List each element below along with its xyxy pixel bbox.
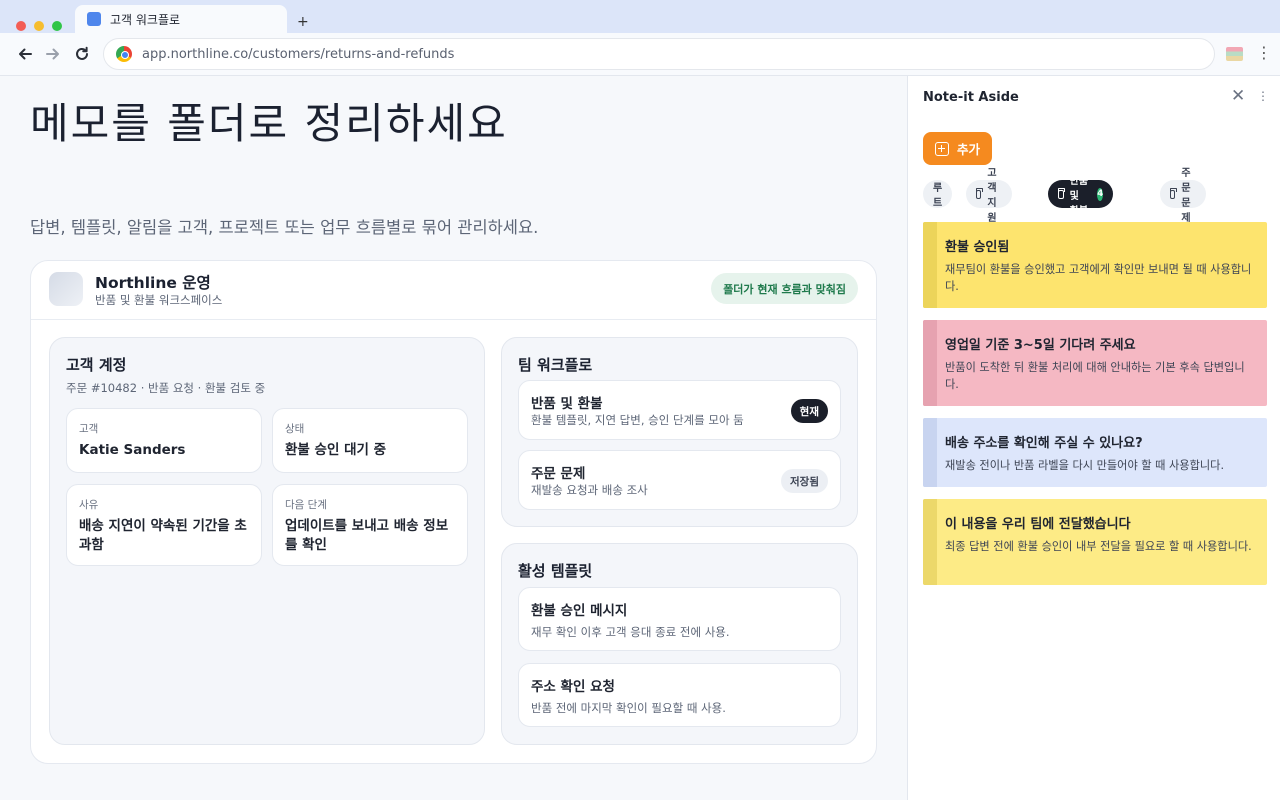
sticky-note[interactable]: 환불 승인됨 재무팀이 환불을 승인했고 고객에게 확인만 보내면 될 때 사용… xyxy=(923,222,1267,308)
template-title: 주소 확인 요청 xyxy=(531,679,615,695)
extension-icon[interactable] xyxy=(1226,47,1243,61)
workflow-subtitle: 재발송 요청과 배송 조사 xyxy=(531,483,648,497)
forward-arrow-icon[interactable] xyxy=(44,45,62,63)
folder-icon xyxy=(1057,187,1065,199)
new-tab-button[interactable]: + xyxy=(297,13,309,31)
sticky-note[interactable]: 영업일 기준 3~5일 기다려 주세요 반품이 도착한 뒤 환불 처리에 대해 … xyxy=(923,320,1267,406)
workspace-name: Northline 운영 xyxy=(95,274,211,292)
info-card-next-step: 다음 단계 업데이트를 보내고 배송 정보를 확인 xyxy=(272,484,468,566)
close-icon[interactable]: ✕ xyxy=(1231,86,1245,106)
add-button-label: 추가 xyxy=(957,142,981,157)
folder-chip-label: 루트 xyxy=(933,183,943,209)
saved-badge: 저장됨 xyxy=(781,469,828,493)
folder-chip-label: 주문 문제 xyxy=(1181,168,1191,224)
workspace-header: Northline 운영 반품 및 환불 워크스페이스 폴더가 현재 흐름과 맞… xyxy=(31,261,876,320)
side-panel-title: Note-it Aside xyxy=(923,90,1019,105)
info-label: 사유 xyxy=(79,499,99,511)
status-badge: 폴더가 현재 흐름과 맞춰짐 xyxy=(711,273,858,304)
reload-icon[interactable] xyxy=(73,45,91,63)
folder-chip-label: 고객 지원 xyxy=(987,168,997,224)
template-subtitle: 재무 확인 이후 고객 응대 종료 전에 사용. xyxy=(531,625,730,639)
note-color-bar xyxy=(923,418,937,487)
info-value: Katie Sanders xyxy=(79,442,186,458)
info-card-status: 상태 환불 승인 대기 중 xyxy=(272,408,468,473)
folder-chip-returns-refunds[interactable]: 반품 및 환불 4 xyxy=(1048,176,1114,217)
folder-icon xyxy=(975,187,984,199)
template-item-address-check[interactable]: 주소 확인 요청 반품 전에 마지막 확인이 필요할 때 사용. xyxy=(518,663,841,727)
note-body: 최종 답변 전에 환불 승인이 내부 전달을 필요로 할 때 사용합니다. xyxy=(945,540,1252,553)
current-badge: 현재 xyxy=(790,399,828,423)
workspace-card: Northline 운영 반품 및 환불 워크스페이스 폴더가 현재 흐름과 맞… xyxy=(30,260,877,764)
workflow-item-returns[interactable]: 반품 및 환불 환불 템플릿, 지연 답변, 승인 단계를 모아 둠 현재 xyxy=(518,380,841,440)
workflow-item-order-issues[interactable]: 주문 문제 재발송 요청과 배송 조사 저장됨 xyxy=(518,450,841,510)
note-title: 영업일 기준 3~5일 기다려 주세요 xyxy=(945,338,1136,353)
order-meta: 주문 #10482 · 반품 요청 · 환불 검토 중 xyxy=(66,381,266,395)
note-color-bar xyxy=(923,222,937,308)
browser-menu-icon[interactable]: ⋮ xyxy=(1256,45,1272,61)
info-label: 상태 xyxy=(285,423,305,435)
note-color-bar xyxy=(923,499,937,585)
active-templates-panel: 활성 템플릿 환불 승인 메시지 재무 확인 이후 고객 응대 종료 전에 사용… xyxy=(501,543,858,745)
note-title: 환불 승인됨 xyxy=(945,240,1010,255)
note-body: 재발송 전이나 반품 라벨을 다시 만들어야 할 때 사용합니다. xyxy=(945,459,1225,472)
window-close-control[interactable] xyxy=(16,21,26,31)
workspace-subtitle: 반품 및 환불 워크스페이스 xyxy=(95,293,223,307)
info-value: 환불 승인 대기 중 xyxy=(285,442,387,458)
team-workflow-panel: 팀 워크플로 반품 및 환불 환불 템플릿, 지연 답변, 승인 단계를 모아 … xyxy=(501,337,858,527)
tab-title: 고객 워크플로 xyxy=(110,12,181,27)
panel-title: 고객 계정 xyxy=(66,356,127,374)
sticky-note[interactable]: 배송 주소를 확인해 주실 수 있나요? 재발송 전이나 반품 라벨을 다시 만… xyxy=(923,418,1267,487)
tab-favicon-icon xyxy=(87,12,101,26)
sticky-note[interactable]: 이 내용을 우리 팀에 전달했습니다 최종 답변 전에 환불 승인이 내부 전달… xyxy=(923,499,1267,585)
url-text: app.northline.co/customers/returns-and-r… xyxy=(142,46,455,62)
window-maximize-control[interactable] xyxy=(52,21,62,31)
folder-chip-order-issues[interactable]: 주문 문제 xyxy=(1160,168,1207,224)
browser-tab[interactable]: 고객 워크플로 xyxy=(75,5,287,33)
info-value: 배송 지연이 약속된 기간을 초과함 xyxy=(79,518,247,553)
folder-count-badge: 4 xyxy=(1097,187,1104,201)
folder-chip-root[interactable]: 루트 xyxy=(923,180,953,209)
info-card-customer: 고객 Katie Sanders xyxy=(66,408,262,473)
back-arrow-icon[interactable] xyxy=(16,45,34,63)
template-subtitle: 반품 전에 마지막 확인이 필요할 때 사용. xyxy=(531,701,726,715)
panel-title: 활성 템플릿 xyxy=(518,562,593,580)
note-body: 재무팀이 환불을 승인했고 고객에게 확인만 보내면 될 때 사용합니다. xyxy=(945,263,1252,293)
window-minimize-control[interactable] xyxy=(34,21,44,31)
more-options-icon[interactable]: ⋮ xyxy=(1257,87,1269,105)
info-label: 고객 xyxy=(79,423,99,435)
note-title: 배송 주소를 확인해 주실 수 있나요? xyxy=(945,436,1143,451)
plus-square-icon xyxy=(935,141,949,156)
note-title: 이 내용을 우리 팀에 전달했습니다 xyxy=(945,517,1131,532)
template-title: 환불 승인 메시지 xyxy=(531,603,628,619)
site-info-icon[interactable] xyxy=(116,46,132,62)
template-item-refund-approval[interactable]: 환불 승인 메시지 재무 확인 이후 고객 응대 종료 전에 사용. xyxy=(518,587,841,651)
workflow-subtitle: 환불 템플릿, 지연 답변, 승인 단계를 모아 둠 xyxy=(531,413,744,427)
address-bar[interactable]: app.northline.co/customers/returns-and-r… xyxy=(103,38,1215,70)
info-label: 다음 단계 xyxy=(285,499,327,511)
note-body: 반품이 도착한 뒤 환불 처리에 대해 안내하는 기본 후속 답변입니다. xyxy=(945,361,1245,391)
page-subtitle: 답변, 템플릿, 알림을 고객, 프로젝트 또는 업무 흐름별로 묶어 관리하세… xyxy=(30,218,539,237)
note-side-panel: Note-it Aside ✕ ⋮ 추가 루트 고객 지원 반품 및 환불 4 … xyxy=(907,76,1280,800)
note-color-bar xyxy=(923,320,937,406)
customer-account-panel: 고객 계정 주문 #10482 · 반품 요청 · 환불 검토 중 고객 Kat… xyxy=(49,337,485,745)
folder-chip-label: 반품 및 환불 xyxy=(1069,175,1089,217)
workflow-title: 주문 문제 xyxy=(531,466,586,482)
info-value: 업데이트를 보내고 배송 정보를 확인 xyxy=(285,518,449,553)
folder-chip-customer-support[interactable]: 고객 지원 xyxy=(966,168,1013,224)
workflow-title: 반품 및 환불 xyxy=(531,396,603,412)
info-card-reason: 사유 배송 지연이 약속된 기간을 초과함 xyxy=(66,484,262,566)
panel-title: 팀 워크플로 xyxy=(518,356,593,374)
browser-toolbar: app.northline.co/customers/returns-and-r… xyxy=(0,33,1280,76)
page-title: 메모를 폴더로 정리하세요 xyxy=(30,99,508,148)
browser-tab-strip: 고객 워크플로 + xyxy=(0,0,1280,33)
workspace-logo xyxy=(49,272,83,306)
add-note-button[interactable]: 추가 xyxy=(923,132,992,165)
folder-icon xyxy=(1169,187,1178,199)
